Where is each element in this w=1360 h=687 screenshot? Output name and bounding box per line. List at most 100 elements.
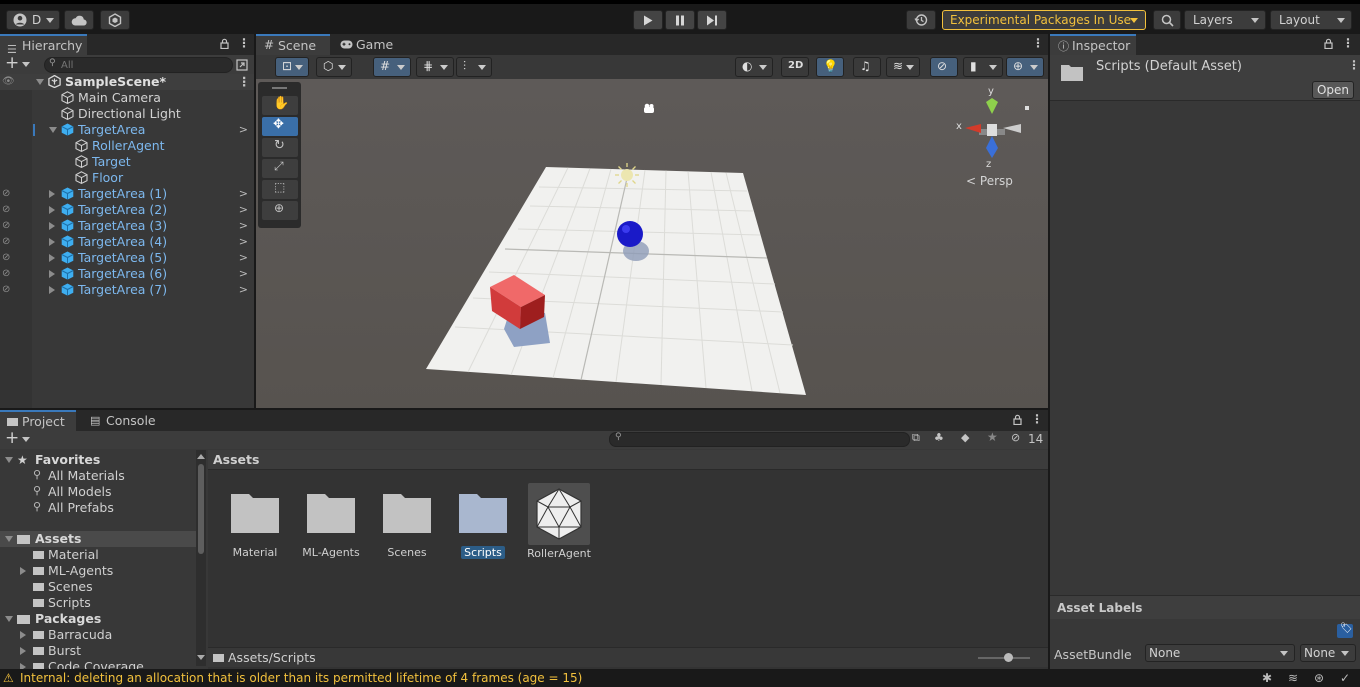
- fold-arrow-icon[interactable]: [49, 190, 55, 198]
- filter-label-icon[interactable]: ◆: [961, 431, 969, 444]
- tree-scrollbar[interactable]: [196, 450, 206, 666]
- gizmos-dropdown-button[interactable]: ⊕: [1006, 57, 1044, 77]
- hierarchy-search-field[interactable]: ⚲: [44, 57, 233, 73]
- kebab-menu-icon[interactable]: ⋮: [1032, 36, 1044, 50]
- fold-arrow-icon[interactable]: [49, 286, 55, 294]
- layers-dropdown[interactable]: Layers: [1184, 10, 1266, 30]
- hidden-eye-icon[interactable]: ⊘: [2, 186, 10, 202]
- assetbundle-variant-dropdown[interactable]: None: [1300, 644, 1356, 662]
- undo-history-button[interactable]: [906, 10, 936, 30]
- favorite-star-icon[interactable]: ★: [987, 430, 998, 444]
- chevron-down-icon[interactable]: [22, 62, 30, 67]
- fold-arrow-icon[interactable]: [5, 536, 13, 542]
- chevron-right-icon[interactable]: >: [239, 202, 248, 218]
- hidden-eye-icon[interactable]: ⊘: [2, 250, 10, 266]
- transform-tool[interactable]: ⊕: [262, 201, 298, 220]
- hierarchy-item[interactable]: TargetArea >: [0, 122, 254, 138]
- folder-tree-item[interactable]: Code Coverage: [0, 659, 196, 669]
- fold-arrow-icon[interactable]: [49, 127, 57, 133]
- step-button[interactable]: [697, 10, 727, 30]
- cloud-button[interactable]: [64, 10, 94, 30]
- progress-stack-icon[interactable]: ≋: [1288, 669, 1298, 687]
- scroll-up-icon[interactable]: [197, 454, 205, 459]
- fold-arrow-icon[interactable]: [5, 616, 13, 622]
- fold-arrow-icon[interactable]: [20, 647, 26, 655]
- play-button[interactable]: [633, 10, 663, 30]
- hierarchy-search-input[interactable]: [61, 58, 221, 72]
- chevron-right-icon[interactable]: >: [239, 218, 248, 234]
- assetbundle-dropdown[interactable]: None: [1145, 644, 1295, 662]
- breadcrumb-assets[interactable]: Assets: [213, 452, 259, 467]
- fold-arrow-icon[interactable]: [49, 206, 55, 214]
- account-dropdown[interactable]: D: [6, 10, 60, 30]
- hierarchy-item[interactable]: ⊘ TargetArea (5) >: [0, 250, 254, 266]
- camera-settings-button[interactable]: ▮: [963, 57, 1003, 77]
- add-icon[interactable]: +: [5, 428, 19, 448]
- kebab-menu-icon[interactable]: ⋮: [1348, 58, 1360, 72]
- folder-tree-item[interactable]: Assets: [0, 531, 196, 547]
- scene-visibility-button[interactable]: ⊘: [930, 57, 958, 77]
- visibility-eye-icon[interactable]: 👁: [2, 74, 15, 90]
- layout-dropdown[interactable]: Layout: [1270, 10, 1352, 30]
- add-icon[interactable]: +: [5, 53, 19, 73]
- folder-tree-item[interactable]: Material: [0, 547, 196, 563]
- fold-arrow-icon[interactable]: [36, 79, 44, 85]
- filter-type-icon[interactable]: ♣: [934, 431, 944, 444]
- tab-inspector[interactable]: ⓘ Inspector: [1050, 34, 1136, 55]
- lighting-toggle-button[interactable]: 💡: [816, 57, 844, 77]
- open-button[interactable]: Open: [1312, 81, 1354, 99]
- hierarchy-item[interactable]: Main Camera: [0, 90, 254, 106]
- slider-handle[interactable]: [1004, 653, 1013, 662]
- fold-arrow-icon[interactable]: [49, 222, 55, 230]
- tab-scene[interactable]: # Scene: [256, 34, 330, 55]
- fold-arrow-icon[interactable]: [49, 254, 55, 262]
- rotate-tool[interactable]: ↻: [262, 138, 298, 157]
- fold-arrow-icon[interactable]: [20, 567, 26, 575]
- orientation-gizmo[interactable]: [951, 88, 1031, 168]
- check-circle-icon[interactable]: ✓: [1340, 669, 1350, 687]
- audio-toggle-button[interactable]: ♫: [853, 57, 881, 77]
- kebab-menu-icon[interactable]: ⋮: [1031, 412, 1043, 426]
- status-bar[interactable]: ⚠ Internal: deleting an allocation that …: [0, 669, 1360, 687]
- hierarchy-item[interactable]: Directional Light: [0, 106, 254, 122]
- hand-tool[interactable]: ✋: [262, 96, 298, 115]
- hierarchy-item[interactable]: ⊘ TargetArea (1) >: [0, 186, 254, 202]
- kebab-menu-icon[interactable]: ⋮: [238, 36, 250, 50]
- hierarchy-item[interactable]: ⊘ TargetArea (7) >: [0, 282, 254, 298]
- effects-button[interactable]: ≋: [886, 57, 920, 77]
- pause-button[interactable]: [665, 10, 695, 30]
- hierarchy-item[interactable]: ⊘ TargetArea (2) >: [0, 202, 254, 218]
- scene-root-row[interactable]: 👁 SampleScene* ⋮: [0, 74, 254, 90]
- favorite-item[interactable]: ⚲ All Models: [0, 484, 196, 500]
- hidden-packages-icon[interactable]: ⊘: [1011, 431, 1020, 444]
- hidden-eye-icon[interactable]: ⊘: [2, 282, 10, 298]
- palette-drag-handle[interactable]: [272, 87, 287, 89]
- chevron-right-icon[interactable]: >: [239, 250, 248, 266]
- scene-picker-icon[interactable]: [236, 59, 248, 71]
- lock-icon[interactable]: [220, 38, 229, 49]
- fold-arrow-icon[interactable]: [5, 457, 13, 463]
- project-search-field[interactable]: ⚲: [609, 432, 910, 447]
- fold-arrow-icon[interactable]: [49, 270, 55, 278]
- experimental-packages-dropdown[interactable]: Experimental Packages In Use: [942, 10, 1146, 30]
- chevron-down-icon[interactable]: [22, 437, 30, 442]
- hierarchy-item[interactable]: ⊘ TargetArea (6) >: [0, 266, 254, 282]
- chevron-right-icon[interactable]: >: [239, 266, 248, 282]
- tab-console[interactable]: ▤ Console: [84, 410, 164, 431]
- hierarchy-item[interactable]: RollerAgent: [0, 138, 254, 154]
- chevron-right-icon[interactable]: >: [239, 122, 248, 138]
- ruler-button[interactable]: ⫶: [456, 57, 492, 77]
- folder-tree-item[interactable]: Packages: [0, 611, 196, 627]
- scale-tool[interactable]: ⤢: [262, 159, 298, 178]
- asset-label-tag-button[interactable]: 🏷: [1337, 623, 1353, 638]
- folder-tree-item[interactable]: Scripts: [0, 595, 196, 611]
- rect-tool[interactable]: ⬚: [262, 180, 298, 199]
- folder-tree-item[interactable]: Barracuda: [0, 627, 196, 643]
- fold-arrow-icon[interactable]: [49, 238, 55, 246]
- hidden-eye-icon[interactable]: ⊘: [2, 218, 10, 234]
- debug-icon[interactable]: ✱: [1262, 669, 1272, 687]
- hierarchy-item[interactable]: Target: [0, 154, 254, 170]
- kebab-menu-icon[interactable]: ⋮: [1342, 36, 1354, 50]
- toggle-2d-button[interactable]: 2D: [781, 57, 809, 77]
- move-tool[interactable]: ✥: [262, 117, 298, 136]
